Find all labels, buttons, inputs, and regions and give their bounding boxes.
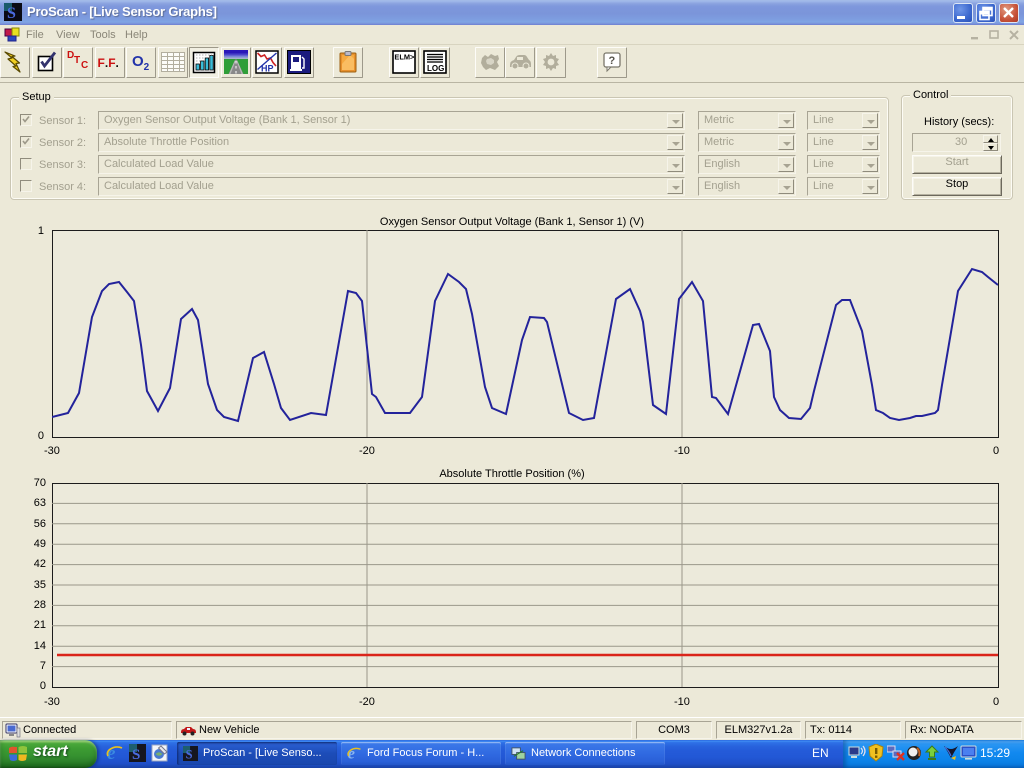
svg-text:HP: HP — [261, 64, 274, 74]
svg-text:e: e — [107, 743, 116, 763]
svg-text:LOG: LOG — [427, 64, 444, 73]
svg-text:S: S — [7, 5, 16, 21]
svg-text:ELM>: ELM> — [394, 53, 415, 62]
svg-text:?: ? — [609, 55, 616, 67]
svg-text:S: S — [132, 747, 140, 762]
svg-text:S: S — [186, 747, 193, 761]
